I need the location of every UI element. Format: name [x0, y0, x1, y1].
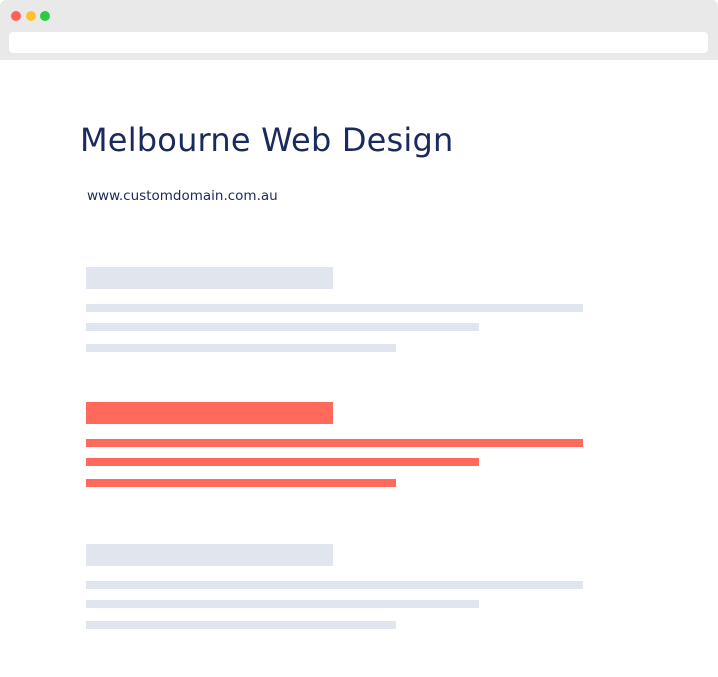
result-title-placeholder	[86, 267, 333, 289]
result-text-line-placeholder	[86, 344, 396, 352]
browser-toolbar	[0, 0, 718, 60]
address-bar-input[interactable]	[9, 32, 708, 53]
result-text-line-placeholder	[86, 581, 583, 589]
page-url: www.customdomain.com.au	[87, 188, 278, 204]
result-text-line-highlight	[86, 439, 583, 447]
result-title-placeholder	[86, 544, 333, 566]
minimize-window-icon[interactable]	[26, 11, 36, 21]
result-title-highlight	[86, 402, 333, 424]
maximize-window-icon[interactable]	[40, 11, 50, 21]
result-text-line-placeholder	[86, 304, 583, 312]
close-window-icon[interactable]	[11, 11, 21, 21]
result-text-line-highlight	[86, 479, 396, 487]
page-title: Melbourne Web Design	[80, 121, 454, 159]
result-text-line-placeholder	[86, 621, 396, 629]
result-text-line-highlight	[86, 458, 479, 466]
result-text-line-placeholder	[86, 600, 479, 608]
result-text-line-placeholder	[86, 323, 479, 331]
browser-window: Melbourne Web Design www.customdomain.co…	[0, 0, 718, 677]
